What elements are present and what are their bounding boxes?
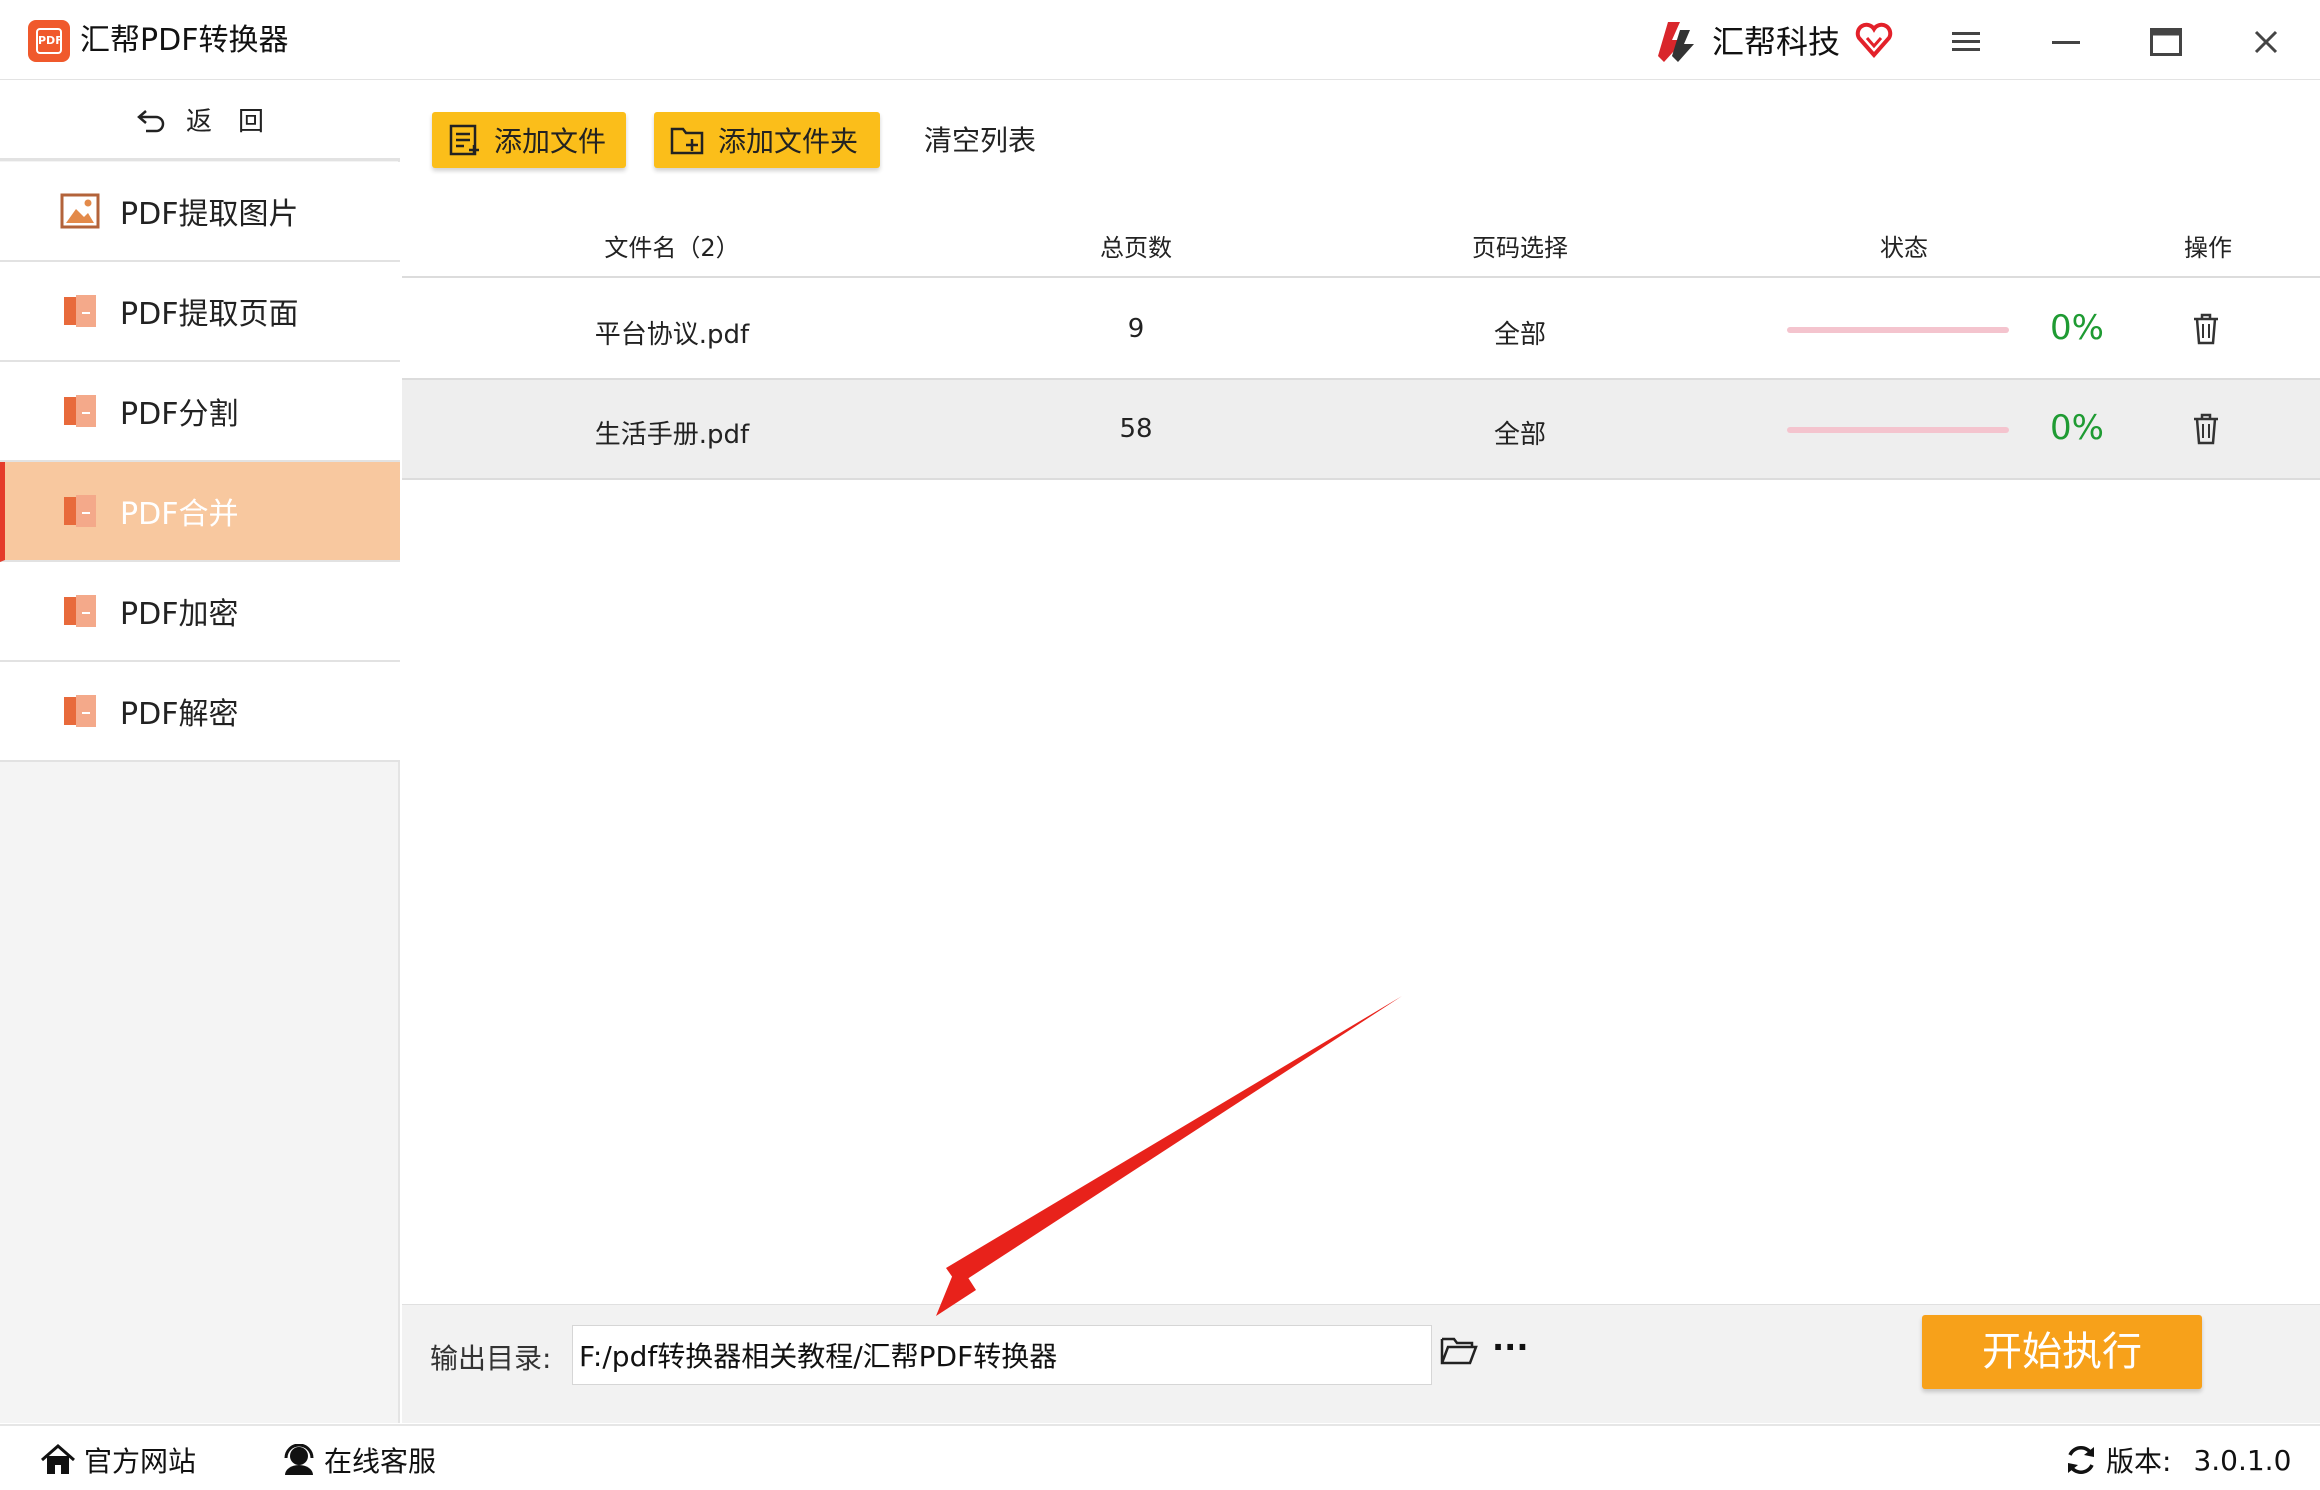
home-icon xyxy=(41,1444,75,1474)
pdf-file-icon xyxy=(64,695,96,727)
sidebar-item-decrypt[interactable]: PDF解密 xyxy=(0,662,400,762)
sidebar-item-label: PDF提取图片 xyxy=(120,197,299,232)
support-label: 在线客服 xyxy=(324,1445,437,1478)
table-row[interactable]: 生活手册.pdf 58 全部 0% xyxy=(402,380,2320,480)
sidebar-item-label: PDF加密 xyxy=(120,597,239,632)
pdf-file-icon xyxy=(64,595,96,627)
title-bar: PDF 汇帮PDF转换器 汇帮科技 xyxy=(0,0,2320,80)
delete-trash-icon[interactable] xyxy=(2192,412,2220,446)
add-folder-button[interactable]: 添加文件夹 xyxy=(654,112,880,168)
back-label: 返 回 xyxy=(185,107,264,137)
table-row[interactable]: 平台协议.pdf 9 全部 0% xyxy=(402,280,2320,380)
file-table-header: 文件名（2） 总页数 页码选择 状态 操作 xyxy=(402,208,2320,278)
progress-percent: 0% xyxy=(2050,308,2104,348)
brand-name: 汇帮科技 xyxy=(1712,23,1841,61)
sidebar-item-label: PDF合并 xyxy=(120,497,239,532)
website-label: 官方网站 xyxy=(84,1445,197,1478)
open-folder-icon[interactable] xyxy=(1440,1335,1478,1367)
pdf-file-icon xyxy=(64,495,96,527)
close-icon[interactable] xyxy=(2242,18,2290,66)
version-number: 3.0.1.0 xyxy=(2193,1443,2292,1477)
sidebar-item-extract-images[interactable]: PDF提取图片 xyxy=(0,162,400,262)
support-agent-icon xyxy=(284,1444,314,1475)
delete-trash-icon[interactable] xyxy=(2192,312,2220,346)
pdf-file-icon xyxy=(64,395,96,427)
minimize-icon[interactable] xyxy=(2042,18,2090,66)
header-page-select: 页码选择 xyxy=(1472,234,1568,262)
app-logo-text: PDF xyxy=(36,28,63,54)
brand-logo-icon xyxy=(1658,22,1694,62)
refresh-icon xyxy=(2068,1446,2094,1474)
pdf-file-icon xyxy=(64,295,96,327)
sidebar-item-extract-pages[interactable]: PDF提取页面 xyxy=(0,262,400,362)
start-button[interactable]: 开始执行 xyxy=(1922,1315,2202,1389)
add-file-button[interactable]: 添加文件 xyxy=(432,112,626,168)
row-page-select[interactable]: 全部 xyxy=(1494,414,1546,451)
online-support-link[interactable]: 在线客服 xyxy=(282,1440,436,1480)
back-arrow-icon xyxy=(137,109,165,132)
row-filename: 生活手册.pdf xyxy=(594,420,750,450)
progress-bar xyxy=(1787,427,2009,433)
toolbar: 添加文件 添加文件夹 清空列表 xyxy=(402,81,2320,201)
back-button[interactable]: 返 回 xyxy=(0,81,400,161)
row-pages: 58 xyxy=(1119,414,1153,444)
more-options-icon[interactable]: ··· xyxy=(1492,1331,1530,1369)
brand: 汇帮科技 xyxy=(1650,14,1894,66)
row-page-select[interactable]: 全部 xyxy=(1494,314,1546,351)
add-file-icon xyxy=(449,124,479,156)
header-status: 状态 xyxy=(1880,234,1928,262)
add-file-label: 添加文件 xyxy=(494,125,607,158)
output-label: 输出目录: xyxy=(430,1342,552,1375)
version-info[interactable]: 版本: 3.0.1.0 xyxy=(2064,1440,2291,1480)
sidebar-item-split[interactable]: PDF分割 xyxy=(0,362,400,462)
menu-icon[interactable] xyxy=(1942,18,1990,66)
sidebar-item-merge[interactable]: PDF合并 xyxy=(0,462,400,562)
add-folder-icon xyxy=(670,127,704,155)
add-folder-label: 添加文件夹 xyxy=(718,125,859,158)
vip-heart-icon[interactable] xyxy=(1854,20,1894,60)
version-label: 版本: xyxy=(2106,1445,2172,1478)
image-icon xyxy=(60,193,100,229)
sidebar-nav: PDF提取图片 PDF提取页面 PDF分割 PDF合并 PDF加密 PDF解密 xyxy=(0,162,400,762)
sidebar: 返 回 PDF提取图片 PDF提取页面 PDF分割 PDF合并 PDF加密 PD… xyxy=(0,81,400,1423)
sidebar-item-label: PDF解密 xyxy=(120,697,239,732)
sidebar-item-label: PDF提取页面 xyxy=(120,297,299,332)
official-website-link[interactable]: 官方网站 xyxy=(40,1440,196,1480)
app-title: 汇帮PDF转换器 xyxy=(80,23,289,58)
row-filename: 平台协议.pdf xyxy=(594,320,750,350)
progress-percent: 0% xyxy=(2050,408,2104,448)
header-filename: 文件名（2） xyxy=(604,234,740,262)
sidebar-item-encrypt[interactable]: PDF加密 xyxy=(0,562,400,662)
maximize-icon[interactable] xyxy=(2142,18,2190,66)
output-path-input[interactable] xyxy=(572,1325,1432,1385)
header-action: 操作 xyxy=(2184,234,2232,262)
clear-list-button[interactable]: 清空列表 xyxy=(924,119,1036,163)
progress-bar xyxy=(1787,327,2009,333)
sidebar-item-label: PDF分割 xyxy=(120,397,239,432)
status-bar: 官方网站 在线客服 版本: 3.0.1.0 xyxy=(0,1424,2320,1490)
app-logo-icon: PDF xyxy=(28,20,70,62)
output-bar: 输出目录: ··· 开始执行 xyxy=(402,1304,2320,1423)
header-pages: 总页数 xyxy=(1100,234,1172,262)
row-pages: 9 xyxy=(1127,314,1145,344)
